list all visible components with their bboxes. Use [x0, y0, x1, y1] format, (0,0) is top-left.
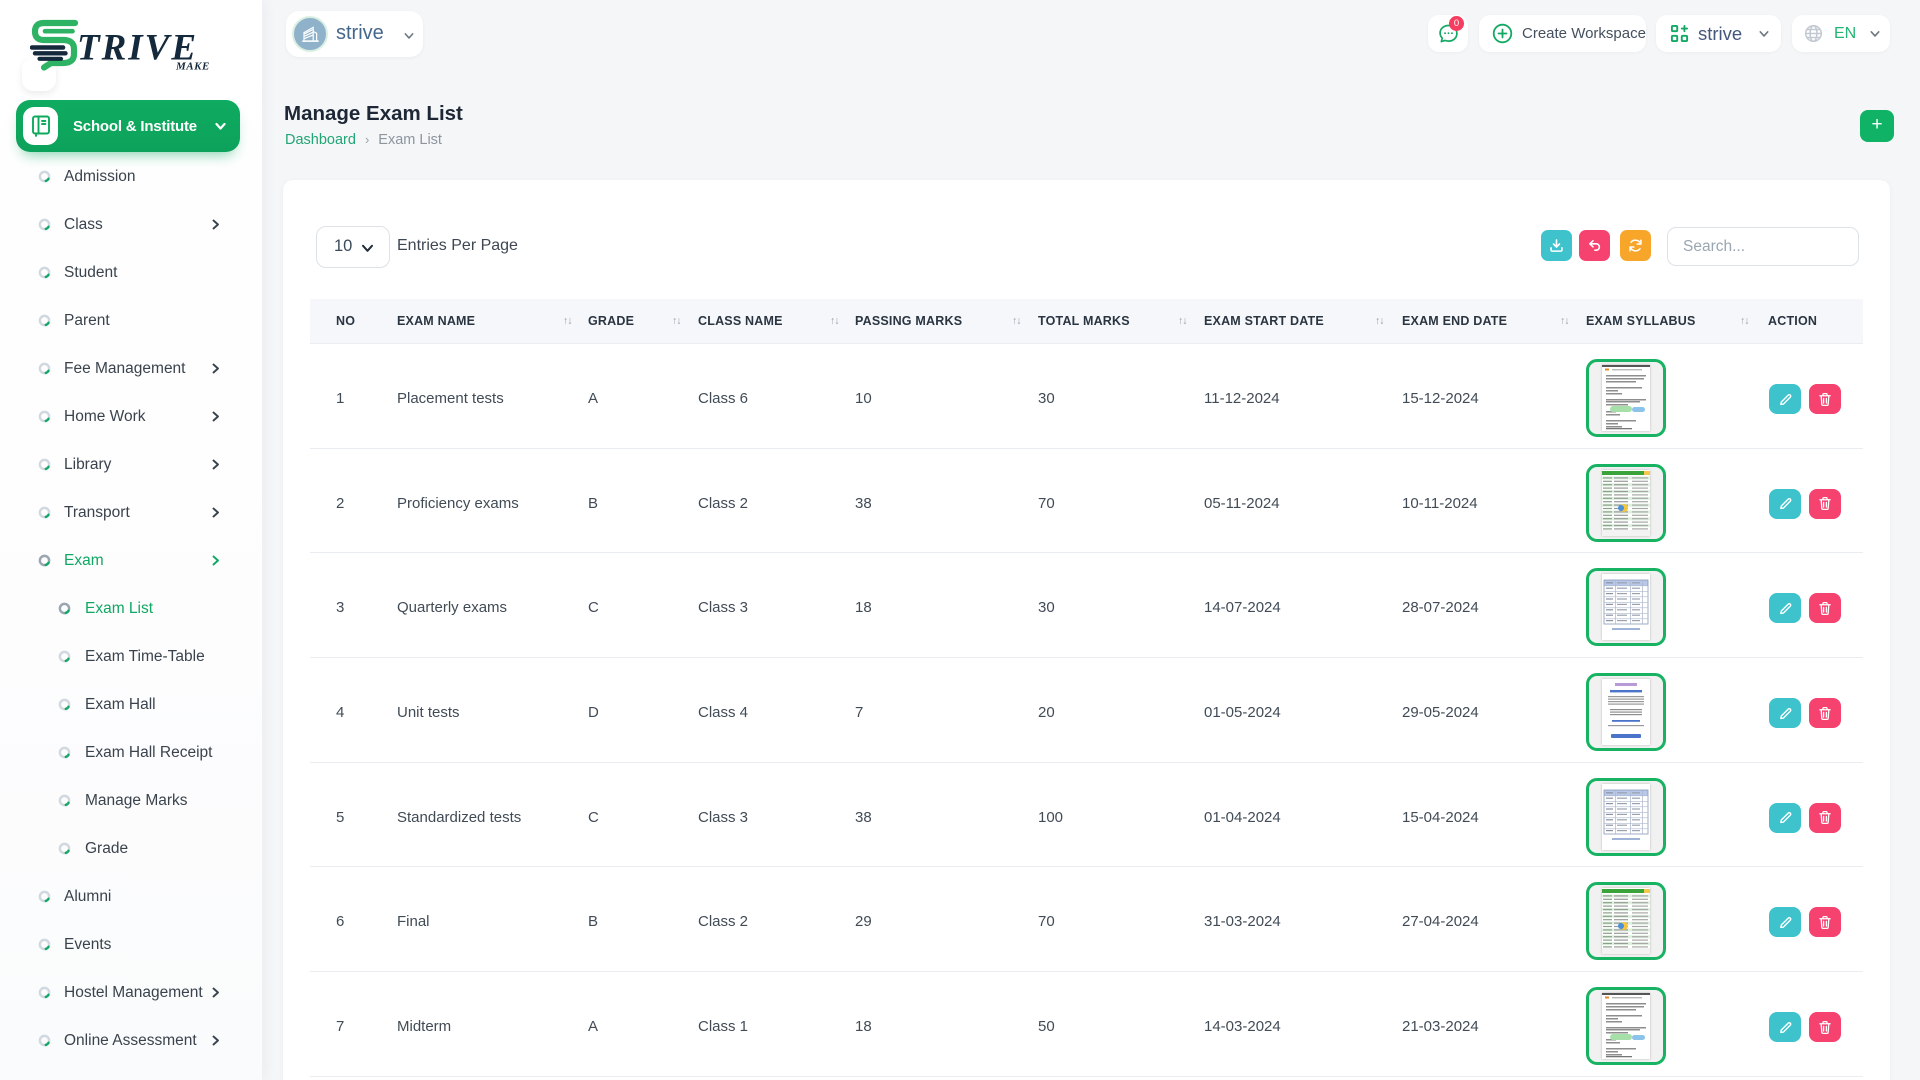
svg-text:MAKE: MAKE — [175, 61, 210, 73]
